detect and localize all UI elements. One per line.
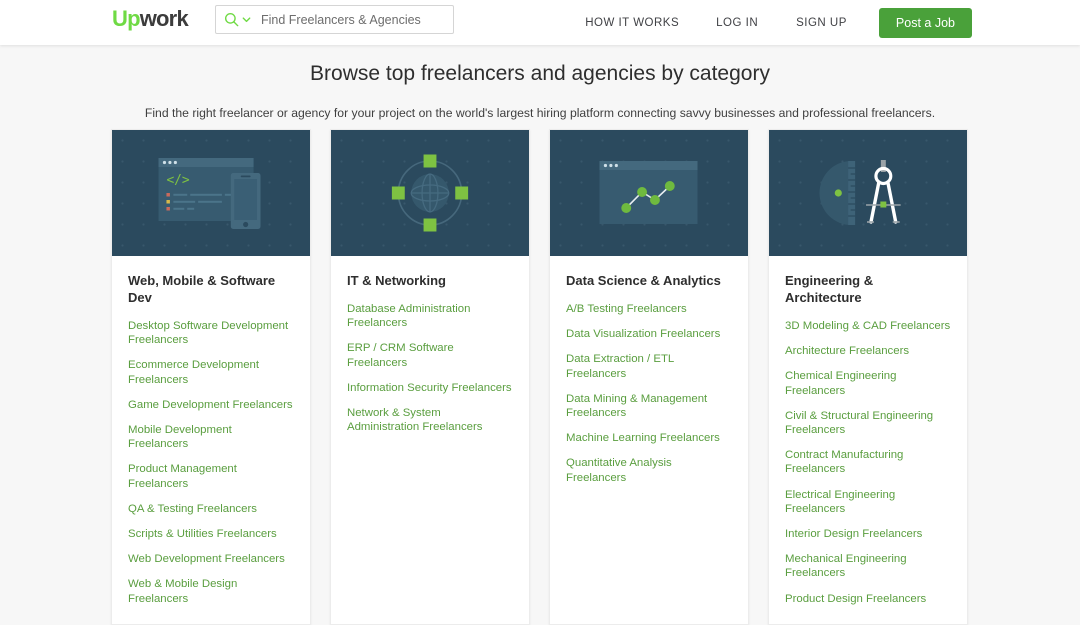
category-card-title: Engineering & Architecture (785, 273, 874, 305)
category-card-title: IT & Networking (347, 273, 446, 288)
category-link[interactable]: Data Visualization Freelancers (566, 327, 732, 341)
post-a-job-button[interactable]: Post a Job (878, 7, 972, 38)
protractor-and-compass-illustration (769, 130, 967, 256)
category-link[interactable]: Desktop Software Development Freelancers (128, 319, 294, 347)
nav-sign-up[interactable]: SIGN UP (796, 17, 847, 29)
category-link[interactable]: A/B Testing Freelancers (566, 302, 732, 316)
category-card-body: Web, Mobile & Software Dev Desktop Softwa… (112, 256, 310, 624)
nav-how-it-works[interactable]: HOW IT WORKS (585, 17, 679, 29)
category-link[interactable]: Machine Learning Freelancers (566, 431, 732, 445)
search-input[interactable]: Find Freelancers & Agencies (261, 13, 421, 27)
category-card-title: Data Science & Analytics (566, 273, 721, 288)
category-card: </> Web, Mobile & Software Dev Desktop So… (111, 129, 311, 625)
logo-work-text: work (139, 6, 189, 31)
category-link[interactable]: Interior Design Freelancers (785, 527, 951, 541)
code-window-and-phone-illustration: </> (112, 130, 310, 256)
category-link[interactable]: Civil & Structural Engineering Freelance… (785, 409, 951, 437)
category-link[interactable]: Web Development Freelancers (128, 552, 294, 566)
category-link[interactable]: ERP / CRM Software Freelancers (347, 341, 513, 369)
category-link[interactable]: Ecommerce Development Freelancers (128, 358, 294, 386)
category-link[interactable]: Mechanical Engineering Freelancers (785, 552, 951, 580)
category-card-title: Web, Mobile & Software Dev (128, 273, 276, 305)
globe-network-nodes-illustration (331, 130, 529, 256)
svg-text:</>: </> (166, 173, 189, 188)
upwork-logo[interactable]: Upwork (112, 6, 189, 31)
category-link[interactable]: Database Administration Freelancers (347, 302, 513, 330)
category-link[interactable]: Electrical Engineering Freelancers (785, 488, 951, 516)
page-subtitle: Find the right freelancer or agency for … (144, 106, 936, 120)
logo-up-text: Up (112, 6, 141, 31)
category-link[interactable]: Chemical Engineering Freelancers (785, 369, 951, 397)
category-card-grid: </> Web, Mobile & Software Dev Desktop So… (111, 129, 969, 625)
category-link[interactable]: Information Security Freelancers (347, 381, 513, 395)
category-link[interactable]: Scripts & Utilities Freelancers (128, 527, 294, 541)
site-header: Upwork Find Freelancers & Agencies HOW I… (0, 0, 1080, 45)
category-card-body: Data Science & Analytics A/B Testing Free… (550, 256, 748, 503)
category-card: IT & Networking Database Administration F… (330, 129, 530, 625)
main-navigation: HOW IT WORKS LOG IN SIGN UP Post a Job (585, 0, 972, 45)
category-link[interactable]: Mobile Development Freelancers (128, 423, 294, 451)
category-link[interactable]: Product Management Freelancers (128, 462, 294, 490)
category-link[interactable]: Game Development Freelancers (128, 398, 294, 412)
chevron-down-icon[interactable] (241, 14, 252, 25)
category-link[interactable]: Data Extraction / ETL Freelancers (566, 352, 732, 380)
category-link[interactable]: QA & Testing Freelancers (128, 502, 294, 516)
category-link[interactable]: Quantitative Analysis Freelancers (566, 456, 732, 484)
category-card: Data Science & Analytics A/B Testing Free… (549, 129, 749, 625)
search-icon[interactable] (224, 12, 239, 27)
category-link[interactable]: Data Mining & Management Freelancers (566, 392, 732, 420)
category-link[interactable]: Web & Mobile Design Freelancers (128, 577, 294, 605)
search-bar[interactable]: Find Freelancers & Agencies (215, 5, 454, 34)
line-chart-window-illustration (550, 130, 748, 256)
nav-log-in[interactable]: LOG IN (716, 17, 758, 29)
page-title: Browse top freelancers and agencies by c… (310, 62, 770, 85)
category-card: Engineering & Architecture 3D Modeling & … (768, 129, 968, 625)
category-link[interactable]: Architecture Freelancers (785, 344, 951, 358)
category-card-body: Engineering & Architecture 3D Modeling & … (769, 256, 967, 624)
category-link[interactable]: Product Design Freelancers (785, 592, 951, 606)
category-link[interactable]: Contract Manufacturing Freelancers (785, 448, 951, 476)
category-card-body: IT & Networking Database Administration F… (331, 256, 529, 452)
category-link[interactable]: 3D Modeling & CAD Freelancers (785, 319, 951, 333)
category-link[interactable]: Network & System Administration Freelanc… (347, 406, 513, 434)
